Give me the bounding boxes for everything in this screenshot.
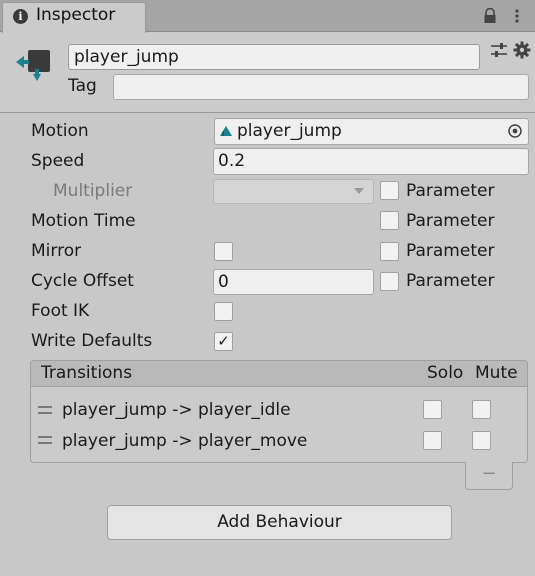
tag-label: Tag xyxy=(68,76,97,96)
motion-object-field[interactable]: player_jump xyxy=(214,118,529,145)
motion-label: Motion xyxy=(31,121,89,141)
sliders-icon[interactable] xyxy=(490,42,508,58)
menu-icon[interactable] xyxy=(510,8,524,24)
foot-ik-label: Foot IK xyxy=(31,301,90,321)
checkmark-icon: ✓ xyxy=(217,332,230,350)
dropdown-arrow-icon xyxy=(354,188,364,194)
animation-clip-icon xyxy=(220,126,232,136)
cycle-offset-label: Cycle Offset xyxy=(31,271,134,291)
transition-label: player_jump -> player_move xyxy=(62,431,308,451)
motion-time-parameter-checkbox[interactable] xyxy=(380,211,399,230)
cycle-offset-parameter-label: Parameter xyxy=(406,271,495,291)
mirror-label: Mirror xyxy=(31,241,82,261)
speed-label: Speed xyxy=(31,151,85,171)
solo-column-label: Solo xyxy=(427,363,464,383)
foot-ik-checkbox[interactable] xyxy=(214,302,233,321)
transition-mute-checkbox[interactable] xyxy=(472,400,491,419)
mute-column-label: Mute xyxy=(475,363,518,383)
mirror-parameter-label: Parameter xyxy=(406,241,495,261)
transition-solo-checkbox[interactable] xyxy=(423,431,442,450)
cycle-offset-parameter-checkbox[interactable] xyxy=(380,272,399,291)
motion-time-label: Motion Time xyxy=(31,211,136,231)
add-behaviour-button[interactable]: Add Behaviour xyxy=(107,505,452,540)
drag-handle-icon[interactable] xyxy=(38,406,52,414)
multiplier-dropdown xyxy=(213,179,374,204)
write-defaults-label: Write Defaults xyxy=(31,331,153,351)
mirror-checkbox[interactable] xyxy=(214,242,233,261)
lock-icon[interactable] xyxy=(483,8,497,24)
transition-mute-checkbox[interactable] xyxy=(472,431,491,450)
info-icon: i xyxy=(13,9,28,24)
tag-input[interactable] xyxy=(113,74,529,100)
transition-solo-checkbox[interactable] xyxy=(423,400,442,419)
cycle-offset-input[interactable]: 0 xyxy=(213,269,374,295)
mirror-parameter-checkbox[interactable] xyxy=(380,242,399,261)
drag-handle-icon[interactable] xyxy=(38,436,52,444)
animator-state-icon xyxy=(16,50,50,81)
object-name-input[interactable]: player_jump xyxy=(68,44,480,70)
gear-icon[interactable] xyxy=(513,41,531,59)
multiplier-label: Multiplier xyxy=(53,181,133,201)
write-defaults-checkbox[interactable]: ✓ xyxy=(214,332,233,351)
transitions-title: Transitions xyxy=(41,363,133,383)
motion-time-parameter-label: Parameter xyxy=(406,211,495,231)
remove-transition-button[interactable]: − xyxy=(465,462,513,490)
tab-inspector-label: Inspector xyxy=(36,5,116,25)
speed-input[interactable]: 0.2 xyxy=(213,148,529,175)
multiplier-parameter-checkbox[interactable] xyxy=(380,181,399,200)
object-picker-icon[interactable] xyxy=(507,123,523,139)
transition-label: player_jump -> player_idle xyxy=(62,400,291,420)
motion-value: player_jump xyxy=(237,121,342,141)
multiplier-parameter-label: Parameter xyxy=(406,181,495,201)
